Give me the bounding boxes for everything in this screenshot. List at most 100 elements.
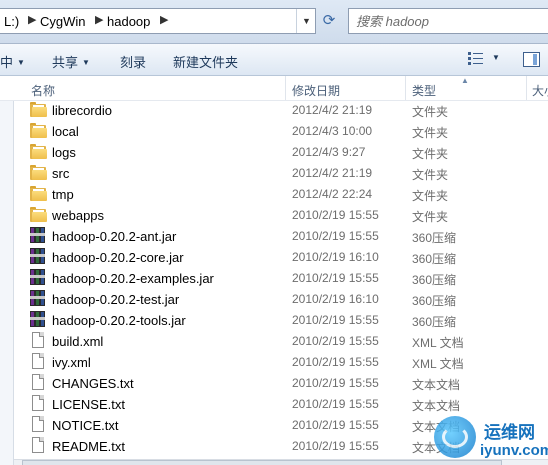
file-type: 360压缩 — [412, 273, 457, 287]
file-date: 2010/2/19 16:10 — [292, 250, 379, 264]
file-type: 360压缩 — [412, 315, 457, 329]
column-header-name[interactable]: 名称 — [31, 82, 55, 99]
file-date: 2012/4/2 22:24 — [292, 187, 373, 201]
breadcrumb-cygwin[interactable]: CygWin — [40, 14, 86, 29]
column-header-size[interactable]: 大小 — [532, 82, 548, 99]
file-name: hadoop-0.20.2-tools.jar — [52, 313, 186, 328]
new-folder-button[interactable]: 新建文件夹 — [173, 52, 238, 71]
view-options-dropdown-icon[interactable]: ▼ — [492, 53, 500, 62]
archive-icon — [30, 269, 48, 286]
breadcrumb-chevron-icon[interactable]: ▶ — [160, 13, 168, 26]
file-row[interactable]: build.xml 2010/2/19 15:55 XML 文档 — [14, 330, 548, 351]
folder-icon — [30, 123, 47, 138]
folder-icon — [30, 102, 47, 117]
explorer-window: L:) ▶ CygWin ▶ hadoop ▶ ▼ ⟳ 中▼ 共享▼ 刻录 新建… — [0, 0, 548, 465]
file-row[interactable]: LICENSE.txt 2010/2/19 15:55 文本文档 — [14, 393, 548, 414]
file-date: 2010/2/19 15:55 — [292, 334, 379, 348]
file-name: NOTICE.txt — [52, 418, 119, 433]
file-row[interactable]: hadoop-0.20.2-ant.jar 2010/2/19 15:55 360压… — [14, 225, 548, 246]
document-icon — [32, 353, 44, 369]
file-date: 2010/2/19 15:55 — [292, 418, 379, 432]
file-type: XML 文档 — [412, 357, 464, 371]
watermark-logo: 运维网 iyunv.com — [432, 412, 548, 465]
file-date: 2010/2/19 15:55 — [292, 376, 379, 390]
archive-icon — [30, 311, 48, 328]
file-date: 2012/4/3 10:00 — [292, 124, 373, 138]
file-row[interactable]: ivy.xml 2010/2/19 15:55 XML 文档 — [14, 351, 548, 372]
file-date: 2010/2/19 15:55 — [292, 439, 379, 453]
archive-icon — [30, 227, 48, 244]
view-options-icon[interactable] — [468, 52, 484, 66]
file-name: logs — [52, 145, 76, 160]
file-name: hadoop-0.20.2-examples.jar — [52, 271, 214, 286]
file-date: 2010/2/19 15:55 — [292, 313, 379, 327]
address-dropdown-icon[interactable]: ▼ — [296, 9, 316, 33]
file-row[interactable]: CHANGES.txt 2010/2/19 15:55 文本文档 — [14, 372, 548, 393]
document-icon — [32, 395, 44, 411]
file-row[interactable]: hadoop-0.20.2-test.jar 2010/2/19 16:10 360… — [14, 288, 548, 309]
breadcrumb-chevron-icon[interactable]: ▶ — [95, 13, 103, 26]
column-header-date[interactable]: 修改日期 — [292, 82, 340, 99]
refresh-icon[interactable]: ⟳ — [318, 10, 340, 32]
file-date: 2010/2/19 16:10 — [292, 292, 379, 306]
document-icon — [32, 332, 44, 348]
file-name: CHANGES.txt — [52, 376, 134, 391]
search-input[interactable] — [356, 13, 541, 29]
file-type: 文件夹 — [412, 189, 449, 203]
file-type: 文件夹 — [412, 168, 449, 182]
breadcrumb-drive[interactable]: L:) — [4, 14, 19, 29]
file-row[interactable]: logs 2012/4/3 9:27 文件夹 — [14, 141, 548, 162]
folder-icon — [30, 186, 47, 201]
column-divider[interactable] — [526, 76, 527, 100]
file-name: webapps — [52, 208, 105, 223]
document-icon — [32, 437, 44, 453]
column-header-type[interactable]: 类型 — [412, 82, 436, 99]
navigation-pane-edge — [0, 76, 14, 465]
breadcrumb-hadoop[interactable]: hadoop — [107, 14, 150, 29]
file-row[interactable]: hadoop-0.20.2-examples.jar 2010/2/19 15:5… — [14, 267, 548, 288]
file-type: 文件夹 — [412, 147, 449, 161]
file-name: hadoop-0.20.2-core.jar — [52, 250, 184, 265]
file-name: librecordio — [52, 103, 112, 118]
file-list: librecordio 2012/4/2 21:19 文件夹 local 2012/4/… — [14, 99, 548, 456]
file-name: src — [52, 166, 70, 181]
file-row[interactable]: local 2012/4/3 10:00 文件夹 — [14, 120, 548, 141]
file-type: XML 文档 — [412, 336, 464, 350]
file-name: hadoop-0.20.2-ant.jar — [52, 229, 177, 244]
address-row: L:) ▶ CygWin ▶ hadoop ▶ ▼ ⟳ — [0, 0, 548, 44]
organize-button[interactable]: 中 ▼ — [0, 52, 25, 71]
address-bar[interactable]: L:) ▶ CygWin ▶ hadoop ▶ ▼ — [0, 8, 316, 34]
search-box[interactable] — [348, 8, 548, 34]
file-type: 文件夹 — [412, 210, 449, 224]
file-name: local — [52, 124, 79, 139]
share-button[interactable]: 共享 ▼ — [52, 52, 90, 71]
file-row[interactable]: hadoop-0.20.2-tools.jar 2010/2/19 15:55 36… — [14, 309, 548, 330]
preview-pane-icon[interactable] — [523, 52, 540, 67]
file-row[interactable]: hadoop-0.20.2-core.jar 2010/2/19 16:10 360… — [14, 246, 548, 267]
folder-icon — [30, 207, 47, 222]
document-icon — [32, 416, 44, 432]
scrollbar-thumb[interactable] — [22, 460, 502, 465]
column-divider[interactable] — [285, 76, 286, 100]
watermark-text-en: iyunv.com — [480, 442, 548, 459]
file-date: 2010/2/19 15:55 — [292, 271, 379, 285]
archive-icon — [30, 290, 48, 307]
file-type: 360压缩 — [412, 294, 457, 308]
file-name: LICENSE.txt — [52, 397, 125, 412]
file-name: README.txt — [52, 439, 125, 454]
file-row[interactable]: src 2012/4/2 21:19 文件夹 — [14, 162, 548, 183]
breadcrumb-chevron-icon[interactable]: ▶ — [28, 13, 36, 26]
file-row[interactable]: webapps 2010/2/19 15:55 文件夹 — [14, 204, 548, 225]
file-date: 2010/2/19 15:55 — [292, 397, 379, 411]
file-type: 360压缩 — [412, 231, 457, 245]
file-type: 文件夹 — [412, 126, 449, 140]
share-label: 共享 — [52, 55, 79, 70]
file-date: 2012/4/2 21:19 — [292, 166, 373, 180]
archive-icon — [30, 248, 48, 265]
file-row[interactable]: tmp 2012/4/2 22:24 文件夹 — [14, 183, 548, 204]
command-bar: 中 ▼ 共享 ▼ 刻录 新建文件夹 ▼ — [0, 44, 548, 76]
file-name: ivy.xml — [52, 355, 91, 370]
column-divider[interactable] — [405, 76, 406, 100]
file-row[interactable]: librecordio 2012/4/2 21:19 文件夹 — [14, 99, 548, 120]
burn-button[interactable]: 刻录 — [120, 52, 146, 71]
